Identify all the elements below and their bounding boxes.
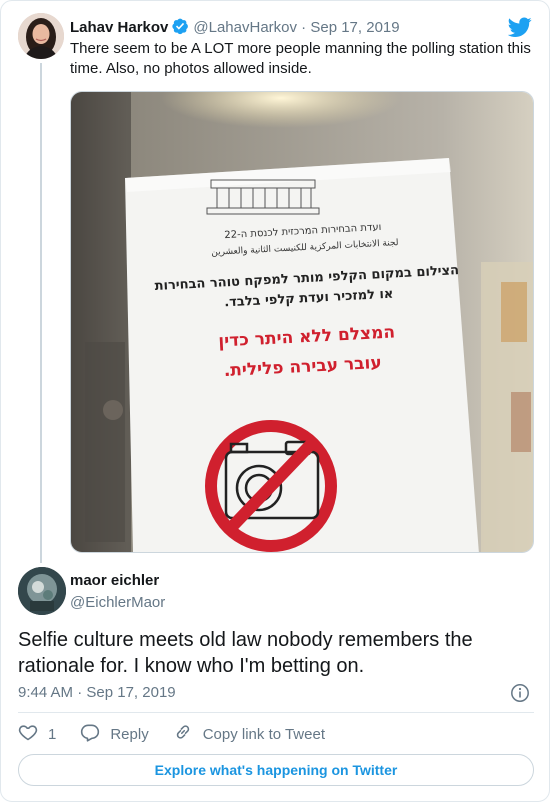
tweet-actions: 1 Reply Copy link to Tweet: [18, 721, 349, 747]
reply-button[interactable]: Reply: [80, 722, 149, 746]
copy-link-button[interactable]: Copy link to Tweet: [173, 722, 325, 746]
parent-author-handle[interactable]: @LahavHarkov: [193, 19, 297, 36]
avatar[interactable]: [18, 13, 64, 59]
link-icon: [173, 722, 203, 746]
parent-tweet-header: Lahav Harkov @LahavHarkov · Sep 17, 2019: [70, 17, 400, 41]
polling-sign-photo: ועדת הבחירות המרכזית לכנסת ה-22 لجنة الا…: [71, 92, 533, 552]
info-icon[interactable]: [510, 683, 530, 703]
avatar-maor-image: [18, 567, 66, 615]
author-handle[interactable]: @EichlerMaor: [70, 593, 165, 613]
parent-author-name[interactable]: Lahav Harkov: [70, 19, 168, 36]
explore-twitter-button[interactable]: Explore what's happening on Twitter: [18, 754, 534, 786]
divider: [18, 712, 534, 713]
thread-line: [40, 63, 42, 563]
verified-badge-icon: [171, 17, 189, 41]
copy-link-label: Copy link to Tweet: [202, 725, 325, 743]
tweet-date: Sep 17, 2019: [86, 684, 176, 701]
author-name[interactable]: maor eichler: [70, 571, 165, 591]
meta-separator: ·: [77, 684, 83, 701]
meta-separator: ·: [301, 19, 307, 36]
parent-tweet-text: There seem to be A LOT more people manni…: [70, 40, 531, 77]
tweet-time: 9:44 AM: [18, 684, 74, 701]
tweet-embed-card: Lahav Harkov @LahavHarkov · Sep 17, 2019 …: [0, 0, 550, 802]
like-count: 1: [48, 725, 57, 743]
heart-icon: [18, 722, 48, 746]
like-button[interactable]: 1: [18, 722, 56, 746]
reply-label: Reply: [110, 725, 149, 743]
reply-icon: [80, 722, 110, 746]
tweet-photo[interactable]: ועדת הבחירות המרכזית לכנסת ה-22 لجنة الا…: [70, 91, 534, 553]
tweet-author: maor eichler @EichlerMaor: [70, 571, 165, 613]
avatar-lahav-image: [18, 13, 64, 59]
twitter-logo-icon[interactable]: [507, 15, 532, 39]
tweet-timestamp[interactable]: 9:44 AM · Sep 17, 2019: [18, 683, 176, 703]
tweet-text: Selfie culture meets old law nobody reme…: [18, 629, 473, 677]
parent-tweet-date[interactable]: Sep 17, 2019: [310, 19, 399, 36]
avatar[interactable]: [18, 567, 66, 615]
